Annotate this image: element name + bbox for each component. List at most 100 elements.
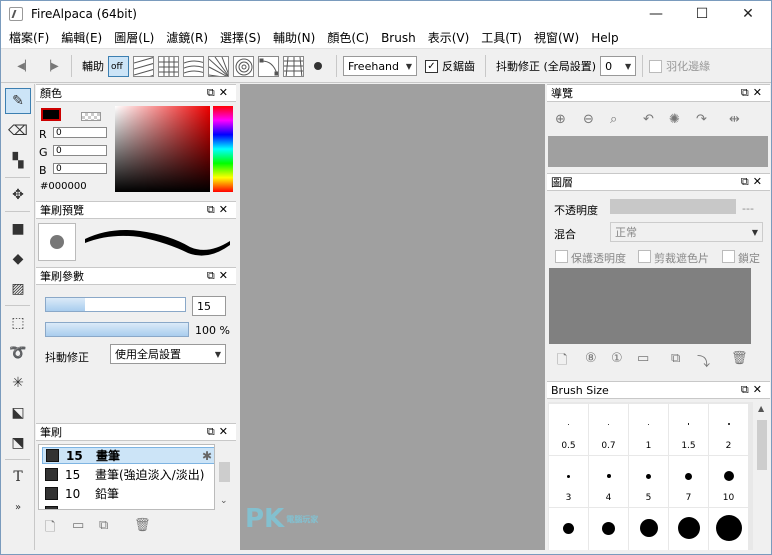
move-tool-icon[interactable]: ✥	[5, 182, 31, 208]
brush-list-item[interactable]	[42, 504, 214, 509]
menu-assist[interactable]: 輔助(N)	[267, 27, 321, 49]
brush-list-scrollbar[interactable]: ⌄	[216, 444, 233, 510]
menu-color[interactable]: 顏色(C)	[321, 27, 375, 49]
layer-folder-icon[interactable]: ▭	[637, 351, 649, 366]
menu-filter[interactable]: 濾鏡(R)	[160, 27, 214, 49]
flip-icon[interactable]: ⇹	[729, 112, 740, 127]
secondary-color-swatch[interactable]	[81, 112, 101, 121]
g-input[interactable]: 0	[53, 145, 107, 156]
layer-list[interactable]	[549, 268, 751, 344]
snap-parallel-icon[interactable]	[133, 55, 154, 77]
trash-icon[interactable]: 🗑	[134, 518, 151, 533]
duplicate-brush-icon[interactable]: ⧉	[99, 518, 108, 533]
bucket-tool-icon[interactable]: ◆	[5, 246, 31, 272]
brush-size-scrollbar[interactable]: ▲	[754, 402, 770, 550]
rotate-right-icon[interactable]: ↷	[696, 112, 707, 127]
text-tool-icon[interactable]: T	[5, 464, 31, 490]
more-tools-icon[interactable]: »	[5, 494, 31, 520]
select-pen-tool-icon[interactable]: ⬕	[5, 400, 31, 426]
new-8bit-layer-icon[interactable]: ⑧	[585, 351, 597, 366]
brush-size-cell[interactable]: 1	[629, 404, 668, 455]
magic-wand-tool-icon[interactable]: ✳	[5, 370, 31, 396]
primary-color-swatch[interactable]	[41, 108, 61, 121]
brush-list-item[interactable]: 15 畫筆 ✱	[42, 447, 214, 464]
panel-controls[interactable]: ⧉✕	[207, 425, 232, 439]
delete-layer-icon[interactable]: 🗑	[731, 351, 748, 366]
zoom-reset-icon[interactable]: ⌕	[610, 112, 617, 127]
brush-size-cell[interactable]	[549, 508, 588, 550]
panel-controls[interactable]: ⧉✕	[741, 383, 766, 397]
snap-grid-icon[interactable]	[158, 55, 179, 77]
menu-view[interactable]: 表示(V)	[422, 27, 476, 49]
snap-bezier-icon[interactable]	[258, 55, 279, 77]
brush-size-cell[interactable]: 7	[669, 456, 708, 507]
brush-size-slider[interactable]	[45, 297, 186, 312]
snap-perspective-icon[interactable]	[283, 55, 304, 77]
brush-size-cell[interactable]: 10	[709, 456, 748, 507]
r-input[interactable]: 0	[53, 127, 107, 138]
folder-icon[interactable]: ▭	[72, 518, 84, 533]
snap-circle-icon[interactable]	[233, 55, 254, 77]
brush-size-cell[interactable]	[709, 508, 748, 550]
panel-controls[interactable]: ⧉✕	[207, 203, 232, 217]
hue-slider[interactable]	[213, 106, 233, 192]
undo-icon[interactable]: ◀▏	[15, 56, 35, 76]
snap-dot-icon[interactable]	[314, 62, 322, 70]
select-eraser-tool-icon[interactable]: ⬔	[5, 430, 31, 456]
menu-window[interactable]: 視窗(W)	[528, 27, 585, 49]
fill-tool-icon[interactable]: ■	[5, 216, 31, 242]
maximize-button[interactable]: ☐	[679, 1, 725, 27]
menu-brush[interactable]: Brush	[375, 27, 422, 49]
lasso-tool-icon[interactable]: ➰	[5, 340, 31, 366]
menu-file[interactable]: 檔案(F)	[3, 27, 55, 49]
redo-icon[interactable]: ▕▶	[41, 56, 61, 76]
menu-select[interactable]: 選擇(S)	[214, 27, 267, 49]
feather-checkbox[interactable]	[649, 59, 663, 73]
gear-icon[interactable]: ✱	[202, 449, 212, 463]
navigator-thumbnail[interactable]	[548, 136, 768, 167]
brush-size-cell[interactable]: 5	[629, 456, 668, 507]
new-1bit-layer-icon[interactable]: ①	[611, 351, 623, 366]
menu-edit[interactable]: 編輯(E)	[55, 27, 108, 49]
panel-controls[interactable]: ⧉✕	[207, 86, 232, 100]
brush-tool-icon[interactable]: ✎	[5, 88, 31, 114]
menu-tools[interactable]: 工具(T)	[475, 27, 528, 49]
protect-alpha-checkbox[interactable]	[555, 250, 568, 263]
clipping-checkbox[interactable]	[638, 250, 651, 263]
menu-help[interactable]: Help	[585, 27, 624, 49]
eraser-tool-icon[interactable]: ⌫	[5, 118, 31, 144]
zoom-in-icon[interactable]: ⊕	[555, 112, 566, 127]
brush-list-item[interactable]: 15 畫筆(強迫淡入/淡出)	[42, 466, 214, 483]
new-layer-icon[interactable]: 🗋	[557, 351, 567, 373]
rotate-left-icon[interactable]: ↶	[643, 112, 654, 127]
new-brush-icon[interactable]: 🗋	[45, 518, 55, 540]
lock-checkbox[interactable]	[722, 250, 735, 263]
brush-size-cell[interactable]: 2	[709, 404, 748, 455]
stabilizer-select[interactable]: 0	[600, 56, 637, 76]
minimize-button[interactable]: —	[633, 1, 679, 27]
gradient-tool-icon[interactable]: ▨	[5, 276, 31, 302]
saturation-value-picker[interactable]	[115, 106, 210, 192]
snap-curve-icon[interactable]	[183, 55, 204, 77]
brush-stabilizer-select[interactable]: 使用全局設置	[110, 344, 226, 364]
layer-opacity-slider[interactable]	[610, 199, 736, 214]
blend-mode-select[interactable]: 正常	[610, 222, 763, 242]
duplicate-layer-icon[interactable]: ⧉	[671, 351, 680, 366]
menu-layer[interactable]: 圖層(L)	[108, 27, 160, 49]
brush-size-cell[interactable]	[629, 508, 668, 550]
antialias-checkbox[interactable]: ✓	[425, 59, 438, 73]
brush-list-item[interactable]: 10 鉛筆	[42, 485, 214, 502]
brush-size-cell[interactable]: 0.7	[589, 404, 628, 455]
brush-size-cell[interactable]: 3	[549, 456, 588, 507]
zoom-out-icon[interactable]: ⊖	[583, 112, 594, 127]
brush-opacity-slider[interactable]	[45, 322, 189, 337]
brush-size-cell[interactable]: 1.5	[669, 404, 708, 455]
brush-size-cell[interactable]	[589, 508, 628, 550]
stroke-mode-select[interactable]: Freehand	[343, 56, 417, 76]
panel-controls[interactable]: ⧉✕	[207, 269, 232, 283]
snap-radial-icon[interactable]	[208, 55, 229, 77]
canvas-area[interactable]	[240, 84, 545, 550]
panel-controls[interactable]: ⧉✕	[741, 86, 766, 100]
snap-off-button[interactable]: off	[108, 55, 129, 77]
close-button[interactable]: ✕	[725, 1, 771, 27]
